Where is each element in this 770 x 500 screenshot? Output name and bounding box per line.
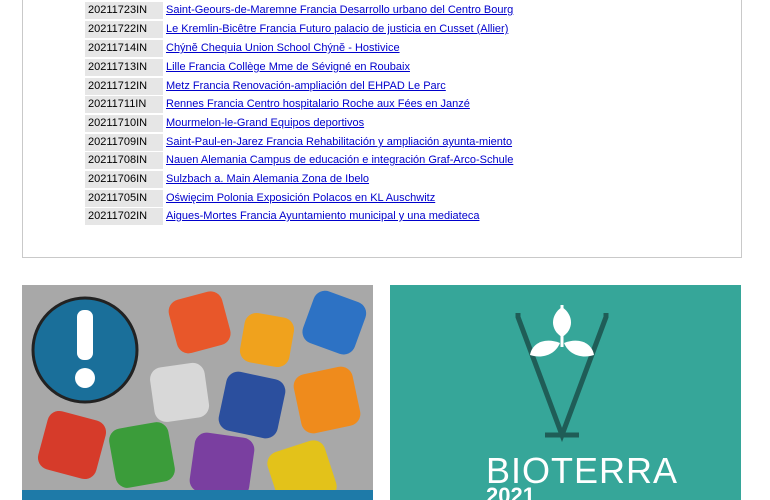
project-code: 20211723IN — [85, 2, 163, 19]
project-code: 20211714IN — [85, 40, 163, 57]
project-link[interactable]: Lille Francia Collège Mme de Sévigné en … — [166, 59, 410, 76]
project-code: 20211702IN — [85, 208, 163, 225]
project-code: 20211705IN — [85, 190, 163, 207]
project-link[interactable]: Mourmelon-le-Grand Equipos deportivos — [166, 115, 364, 132]
project-code: 20211722IN — [85, 21, 163, 38]
exclamation-icon — [77, 310, 93, 360]
project-link[interactable]: Chýnĕ Chequia Union School Chýnĕ - Hosti… — [166, 40, 400, 57]
project-code: 20211708IN — [85, 152, 163, 169]
project-code: 20211711IN — [85, 96, 163, 113]
project-link[interactable]: Saint-Geours-de-Maremne Francia Desarrol… — [166, 2, 513, 19]
project-list-panel: 20211723IN Saint-Geours-de-Maremne Franci… — [22, 0, 742, 258]
bioterra-year: 2021 — [486, 483, 535, 500]
project-code: 20211706IN — [85, 171, 163, 188]
project-code: 20211709IN — [85, 134, 163, 151]
project-link[interactable]: Aigues-Mortes Francia Ayuntamiento munic… — [166, 208, 479, 225]
bioterra-banner[interactable]: BIOTERRA 2021 — [390, 285, 741, 500]
app-icons-collage — [22, 285, 373, 500]
project-link[interactable]: Oświęcim Polonia Exposición Polacos en K… — [166, 190, 435, 207]
project-link[interactable]: Nauen Alemania Campus de educación e int… — [166, 152, 513, 169]
project-link[interactable]: Le Kremlin-Bicêtre Francia Futuro palaci… — [166, 21, 508, 38]
project-code: 20211713IN — [85, 59, 163, 76]
project-code: 20211712IN — [85, 78, 163, 95]
project-link[interactable]: Saint-Paul-en-Jarez Francia Rehabilitaci… — [166, 134, 512, 151]
apps-banner-bar — [22, 490, 373, 500]
project-link[interactable]: Rennes Francia Centro hospitalario Roche… — [166, 96, 470, 113]
project-code: 20211710IN — [85, 115, 163, 132]
project-link[interactable]: Metz Francia Renovación-ampliación del E… — [166, 78, 446, 95]
project-link[interactable]: Sulzbach a. Main Alemania Zona de Ibelo — [166, 171, 369, 188]
apps-banner[interactable] — [22, 285, 373, 500]
